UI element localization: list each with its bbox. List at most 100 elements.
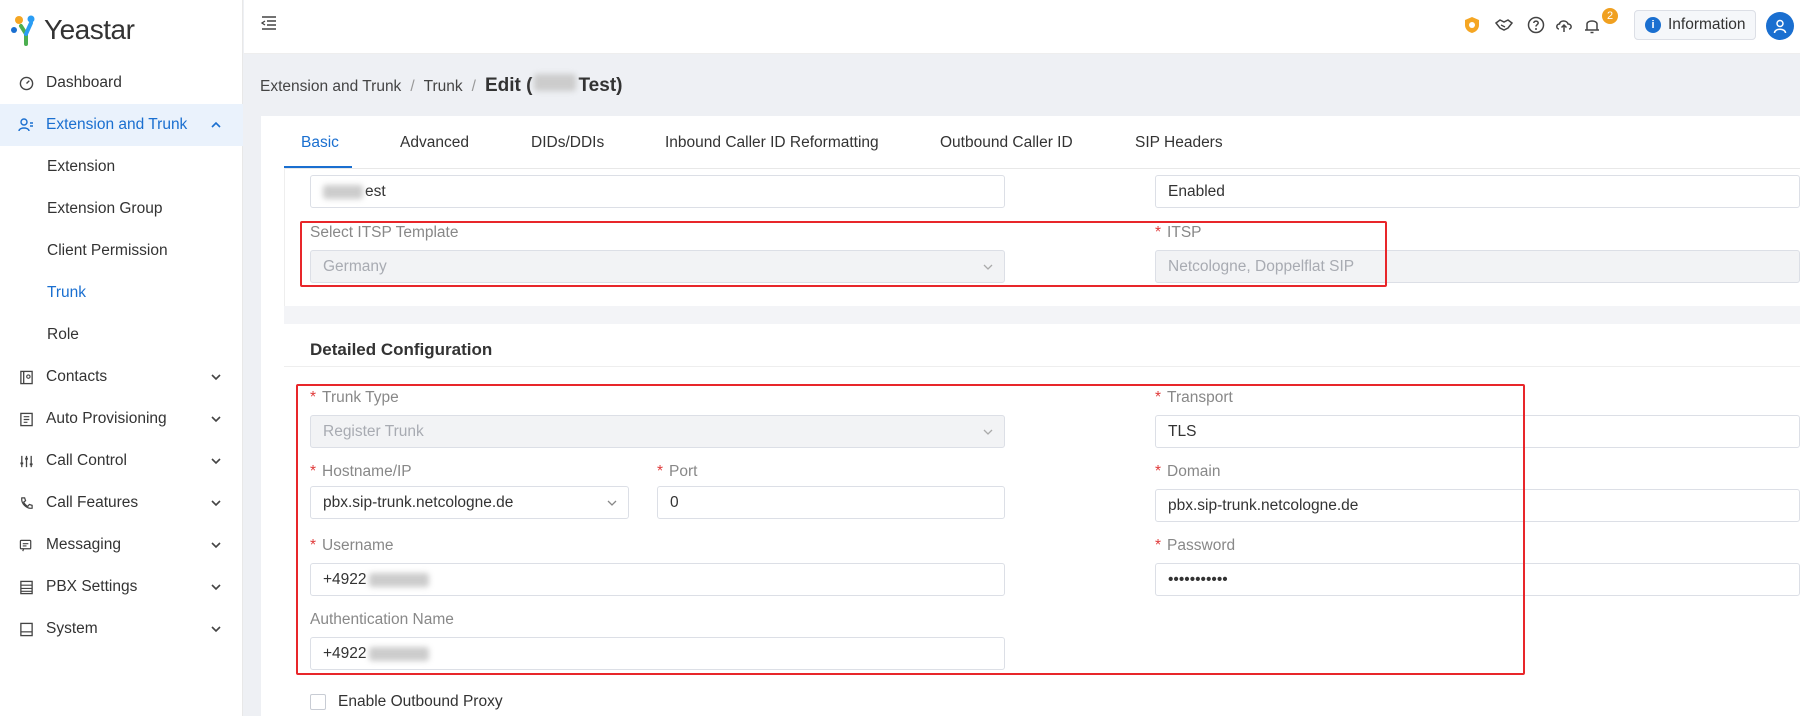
user-avatar[interactable] [1766,12,1794,40]
notification-bell-icon[interactable] [1582,15,1602,35]
sidebar-item-auto-provisioning[interactable]: Auto Provisioning [0,398,243,440]
sidebar-item-label: Extension Group [47,200,163,217]
sidebar-item-label: Extension and Trunk [46,116,188,133]
username-input[interactable]: +4922 [310,563,1005,596]
breadcrumb-trunk[interactable]: Trunk [424,78,463,96]
password-input[interactable]: ••••••••••• [1155,563,1800,596]
yeastar-logo[interactable]: Yeastar [10,10,135,50]
breadcrumb-separator: / [471,78,476,95]
sidebar-item-label: Dashboard [46,74,122,91]
trunk-type-select: Register Trunk [310,415,1005,448]
authentication-name-input[interactable]: +4922 [310,637,1005,670]
chevron-up-icon [211,121,221,128]
sidebar-item-system[interactable]: System [0,608,243,650]
trunk-status-select[interactable]: Enabled [1155,175,1800,208]
chevron-down-icon [211,500,221,507]
brand-name: Yeastar [44,14,135,45]
redacted-text [368,572,429,587]
user-icon [1773,19,1787,34]
active-tab-indicator [284,166,352,168]
chevron-down-icon [211,374,221,381]
phone-icon [18,495,34,511]
sidebar-item-extension-and-trunk[interactable]: Extension and Trunk [0,104,243,146]
password-value: ••••••••••• [1168,570,1228,588]
sidebar-item-label: Contacts [46,368,108,385]
itsp-template-value: Germany [323,257,387,275]
sidebar-item-dashboard[interactable]: Dashboard [0,62,243,104]
cloud-upload-icon[interactable] [1554,15,1574,35]
menu-fold-icon[interactable] [260,14,278,32]
port-input[interactable]: 0 [657,486,1005,519]
section-gap [284,306,1800,324]
sidebar-item-client-permission[interactable]: Client Permission [0,230,243,272]
transport-label: * Transport [1155,389,1233,406]
breadcrumb-separator: / [410,78,415,95]
sidebar-item-label: Messaging [46,536,121,553]
domain-label: * Domain [1155,463,1221,480]
chevron-down-icon [983,264,993,270]
domain-input[interactable]: pbx.sip-trunk.netcologne.de [1155,489,1800,522]
breadcrumb-extension-and-trunk[interactable]: Extension and Trunk [260,78,401,96]
chevron-down-icon [211,458,221,465]
tab-dids-ddis[interactable]: DIDs/DDIs [531,134,604,152]
tab-advanced[interactable]: Advanced [400,134,469,152]
handshake-icon[interactable] [1494,15,1514,35]
port-value: 0 [670,493,679,511]
information-button[interactable]: i Information [1634,10,1756,40]
tabs-divider [284,168,1800,169]
authentication-name-label: Authentication Name [310,611,454,628]
redacted-text [534,74,577,91]
sidebar-item-role[interactable]: Role [0,314,243,356]
sidebar-item-label: Trunk [47,284,87,301]
sidebar-item-extension-group[interactable]: Extension Group [0,188,243,230]
yeastar-logo-icon [11,15,35,46]
chevron-down-icon [607,500,617,506]
trunk-type-value: Register Trunk [323,422,424,440]
section-border [284,168,285,306]
contacts-icon [18,369,34,385]
system-icon [18,621,34,637]
sidebar-item-label: System [46,620,98,637]
port-label: * Port [657,463,698,480]
trunk-name-value: est [365,182,386,200]
section-title-divider [284,366,1800,367]
tab-inbound-caller-id-reformatting[interactable]: Inbound Caller ID Reformatting [665,134,879,152]
sidebar-item-call-features[interactable]: Call Features [0,482,243,524]
sidebar-item-pbx-settings[interactable]: PBX Settings [0,566,243,608]
message-icon [18,537,34,553]
redacted-text [368,646,429,661]
tab-sip-headers[interactable]: SIP Headers [1135,134,1223,152]
sidebar-item-messaging[interactable]: Messaging [0,524,243,566]
information-label: Information [1668,16,1746,33]
tab-outbound-caller-id[interactable]: Outbound Caller ID [940,134,1073,152]
sliders-icon [18,453,34,469]
authentication-name-value: +4922 [323,644,367,662]
domain-value: pbx.sip-trunk.netcologne.de [1168,496,1359,514]
transport-select[interactable]: TLS [1155,415,1800,448]
sidebar-item-contacts[interactable]: Contacts [0,356,243,398]
sidebar-item-extension[interactable]: Extension [0,146,243,188]
sidebar-item-trunk[interactable]: Trunk [0,272,243,314]
enable-outbound-proxy-checkbox[interactable] [310,694,326,710]
enable-outbound-proxy-label[interactable]: Enable Outbound Proxy [338,693,503,711]
sidebar-item-label: PBX Settings [46,578,138,595]
hostname-select[interactable]: pbx.sip-trunk.netcologne.de [310,486,629,519]
hostname-value: pbx.sip-trunk.netcologne.de [323,493,514,511]
breadcrumb: Extension and Trunk / Trunk / Edit ( Tes… [260,74,622,97]
notification-count-badge: 2 [1602,8,1618,24]
sidebar-item-label: Call Control [46,452,127,469]
sidebar-item-label: Role [47,326,79,343]
redacted-text [323,184,363,199]
help-icon[interactable] [1526,15,1546,35]
chevron-down-icon [211,542,221,549]
settings-icon [18,579,34,595]
sidebar-item-call-control[interactable]: Call Control [0,440,243,482]
top-bar: 2 i Information [244,0,1800,54]
sidebar: Yeastar Dashboard Extension and Trunk Ex… [0,0,243,716]
security-shield-icon[interactable] [1462,15,1482,35]
trunk-name-input[interactable]: est [310,175,1005,208]
page-title: Edit ( Test) [485,74,622,97]
tab-basic[interactable]: Basic [301,134,339,152]
info-icon: i [1645,17,1661,33]
trunk-type-label: * Trunk Type [310,389,399,406]
